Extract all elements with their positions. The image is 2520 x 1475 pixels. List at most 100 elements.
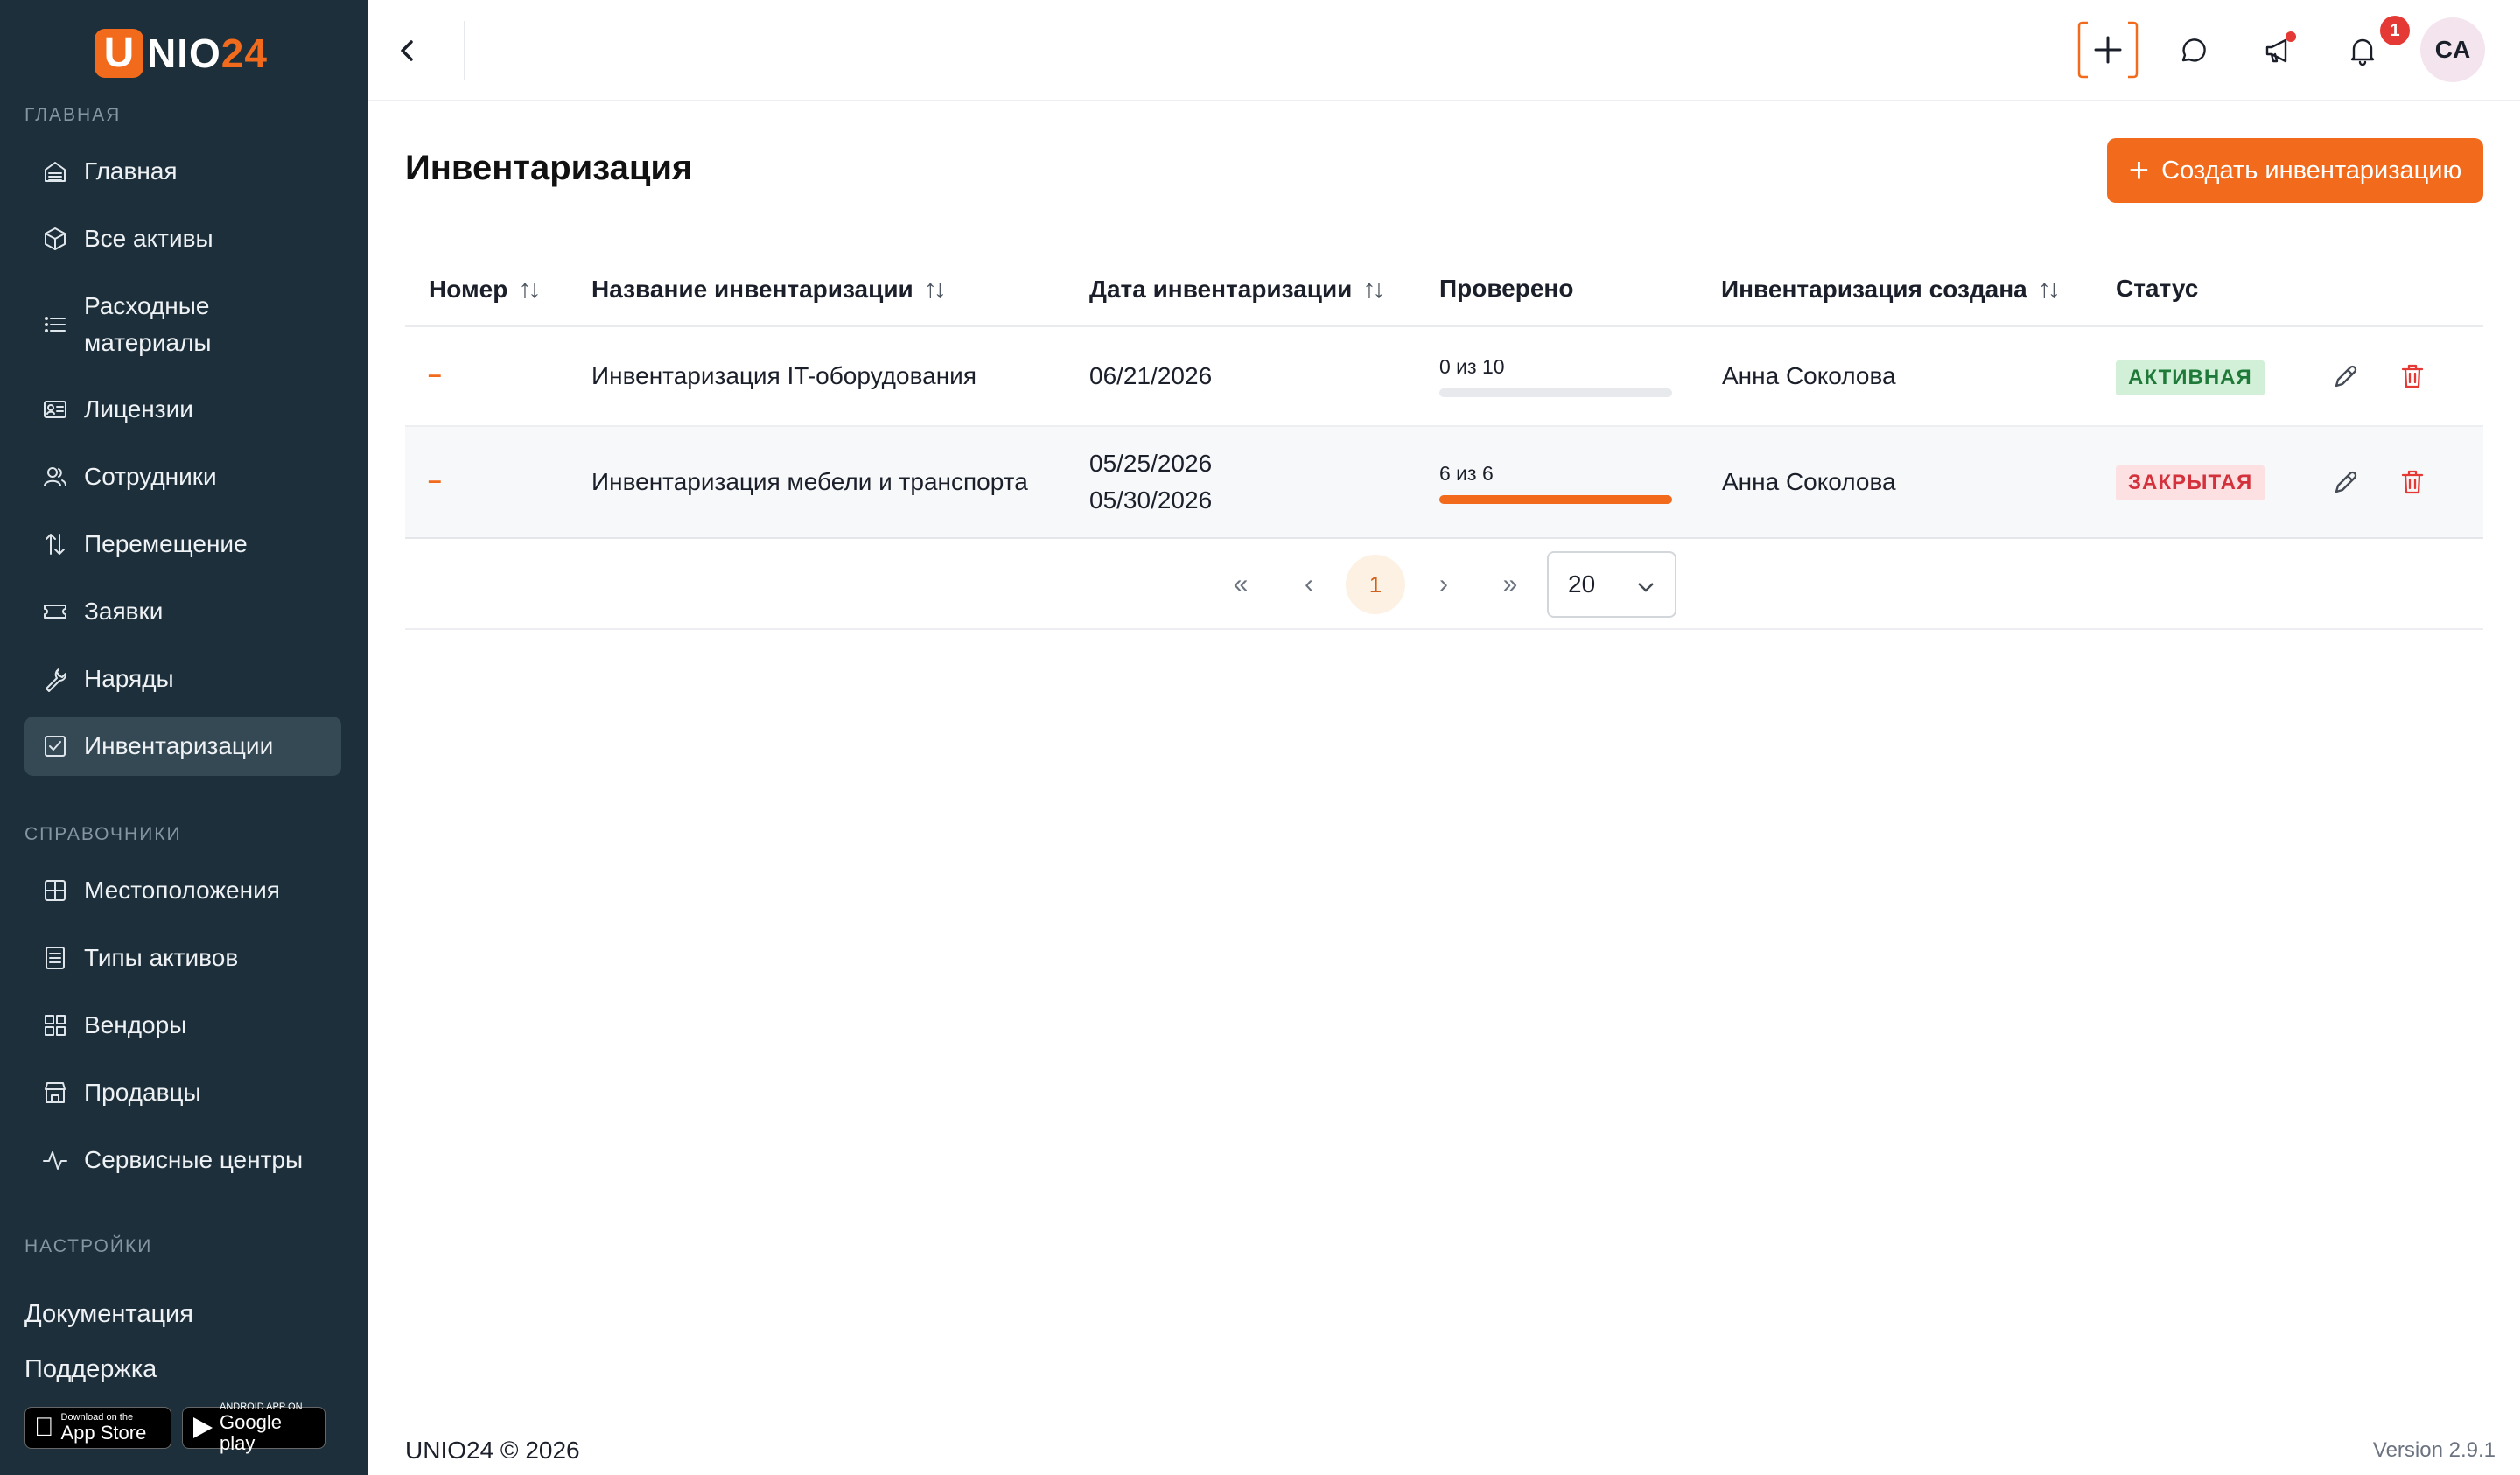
chat-button[interactable] [2168,26,2217,75]
column-header-checked: Проверено [1439,275,1574,302]
sidebar-item-licenses[interactable]: Лицензии [24,380,341,439]
sidebar-item-sellers[interactable]: Продавцы [24,1063,341,1122]
notification-count-badge: 1 [2380,16,2410,45]
column-header-status: Статус [2116,275,2199,302]
checked-count: 0 из 10 [1439,355,1505,378]
document-icon [40,943,70,973]
users-icon [40,462,70,492]
plus-icon: + [2128,151,2150,190]
sidebar-item-inventories[interactable]: Инвентаризации [24,717,341,776]
list-icon [40,310,70,339]
section-label-references: СПРАВОЧНИКИ [24,824,182,844]
google-play-badge[interactable]: ANDROID APP ON Google play [182,1402,326,1454]
sidebar-item-employees[interactable]: Сотрудники [24,447,341,507]
status-badge: АКТИВНАЯ [2116,360,2264,395]
column-header-number[interactable]: Номер ↑↓ [429,275,541,304]
sidebar-item-label: Наряды [84,665,174,692]
checklist-icon [40,731,70,761]
create-inventory-label: Создать инвентаризацию [2161,156,2462,185]
box-icon [40,224,70,254]
sidebar-item-service-centers[interactable]: Сервисные центры [24,1130,341,1190]
table-row[interactable]: – Инвентаризация IT-оборудования 06/21/2… [405,327,2483,427]
plus-icon [2077,21,2138,79]
column-header-name[interactable]: Название инвентаризации ↑↓ [592,275,947,304]
checked-progress-bar [1439,495,1672,504]
app-logo[interactable]: U NIO 24 [94,28,268,79]
user-avatar[interactable]: CA [2420,17,2485,82]
top-bar: 1 CA [368,0,2520,101]
grid-icon [40,876,70,905]
home-icon [40,157,70,186]
sort-icon: ↑↓ [1362,275,1385,304]
trash-icon [2401,470,2424,494]
sidebar-item-vendors[interactable]: Вендоры [24,996,341,1055]
bell-icon [2350,38,2375,66]
pagination-divider [405,628,2483,630]
pencil-icon [2334,471,2357,493]
row-number: – [428,466,442,493]
support-link[interactable]: Поддержка [24,1355,157,1384]
page-size-select[interactable]: 20 [1547,551,1676,618]
sidebar-item-label: Продавцы [84,1079,201,1106]
logo-number: 24 [220,31,268,76]
last-page-button[interactable]: » [1480,555,1540,614]
table-row[interactable]: – Инвентаризация мебели и транспорта 05/… [405,427,2483,539]
double-chevron-right-icon: » [1502,570,1518,598]
sidebar-item-locations[interactable]: Местоположения [24,861,341,920]
apps-icon [40,1010,70,1040]
delete-button[interactable] [2395,359,2430,394]
row-name[interactable]: Инвентаризация мебели и транспорта [592,468,1028,496]
sidebar-item-label: Перемещение [84,530,248,557]
sidebar-item-consumables[interactable]: Расходные материалы [24,285,341,364]
chat-icon [2181,38,2206,62]
sort-icon: ↑↓ [923,275,947,304]
sidebar-item-all-assets[interactable]: Все активы [24,209,341,269]
row-number: – [428,360,442,388]
sidebar-item-label: Главная [84,157,178,185]
announcements-button[interactable] [2254,26,2303,75]
sidebar-item-asset-types[interactable]: Типы активов [24,928,341,988]
sidebar-item-home[interactable]: Главная [24,142,341,201]
column-header-date[interactable]: Дата инвентаризации ↑↓ [1089,275,1385,304]
edit-button[interactable] [2328,359,2363,394]
transfer-icon [40,529,70,559]
wrench-icon [40,664,70,694]
row-date-start: 05/25/2026 [1089,450,1213,477]
prev-page-button[interactable]: ‹ [1279,555,1339,614]
logo-text: NIO [147,31,221,76]
sidebar-item-label: Местоположения [84,877,280,904]
row-name[interactable]: Инвентаризация IT-оборудования [592,362,976,390]
app-store-badge[interactable]:  Download on the App Store [24,1407,172,1449]
back-button[interactable] [387,30,429,72]
edit-button[interactable] [2328,465,2363,500]
delete-button[interactable] [2395,465,2430,500]
next-page-button[interactable]: › [1414,555,1474,614]
first-page-button[interactable]: « [1211,555,1270,614]
sidebar-item-work-orders[interactable]: Наряды [24,649,341,709]
chevron-down-icon [1638,583,1654,592]
column-header-created-by[interactable]: Инвентаризация создана ↑↓ [1721,275,2061,304]
status-badge: ЗАКРЫТАЯ [2116,465,2265,500]
quick-add-button[interactable] [2076,19,2140,80]
sidebar-item-label: Все активы [84,225,214,252]
store-icon [40,1078,70,1108]
section-label-main: ГЛАВНАЯ [24,105,122,125]
divider [464,21,466,80]
sidebar-item-transfer[interactable]: Перемещение [24,514,341,574]
double-chevron-left-icon: « [1233,570,1249,598]
page-number-current[interactable]: 1 [1346,555,1405,614]
sidebar-item-label: Вендоры [84,1011,187,1038]
row-created-by: Анна Соколова [1722,468,1896,495]
documentation-link[interactable]: Документация [24,1300,193,1329]
logo-mark: U [94,29,144,78]
section-label-settings: НАСТРОЙКИ [24,1236,153,1256]
sidebar-item-label: Заявки [84,598,164,625]
sidebar-item-requests[interactable]: Заявки [24,582,341,641]
sidebar-item-label: Сотрудники [84,463,217,490]
checked-progress-bar [1439,388,1672,397]
trash-icon [2401,364,2424,388]
page-title: Инвентаризация [405,149,693,187]
page-size-value: 20 [1568,570,1596,598]
announcement-dot [2286,31,2296,42]
create-inventory-button[interactable]: + Создать инвентаризацию [2107,138,2483,203]
